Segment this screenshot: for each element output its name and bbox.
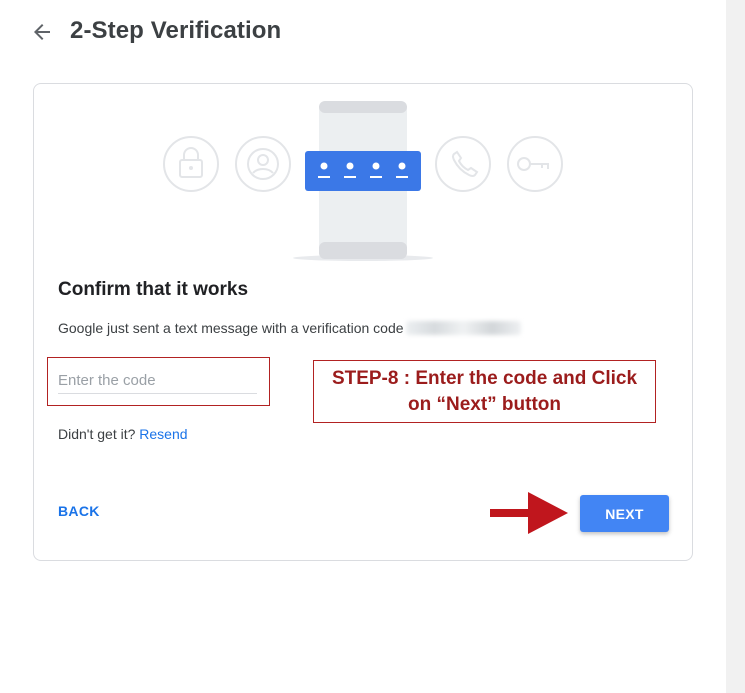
phone-icon <box>435 136 491 192</box>
account-icon <box>235 136 291 192</box>
verification-description: Google just sent a text message with a v… <box>58 320 521 336</box>
lock-icon <box>163 136 219 192</box>
scrollbar-track[interactable] <box>726 0 745 693</box>
page-header: 2-Step Verification <box>0 0 726 64</box>
back-button[interactable]: BACK <box>58 503 100 519</box>
page-title: 2-Step Verification <box>70 17 282 44</box>
red-arrow-icon <box>490 492 568 534</box>
resend-prompt: Didn't get it? <box>58 426 136 442</box>
description-text: Google just sent a text message with a v… <box>58 320 404 336</box>
blurred-phone-number <box>405 321 521 335</box>
verification-card: Confirm that it works Google just sent a… <box>33 83 693 561</box>
next-button[interactable]: NEXT <box>580 495 669 532</box>
phone-illustration <box>163 101 563 261</box>
card-heading: Confirm that it works <box>58 279 249 300</box>
code-input[interactable] <box>58 368 257 394</box>
key-icon <box>507 136 563 192</box>
step-callout: STEP-8 : Enter the code and Click on “Ne… <box>313 360 656 423</box>
callout-line-2: on “Next” button <box>407 393 562 415</box>
resend-row: Didn't get it? Resend <box>58 426 188 442</box>
arrow-back-icon[interactable] <box>30 20 54 44</box>
code-dots-panel <box>305 151 421 191</box>
resend-link[interactable]: Resend <box>139 426 187 442</box>
callout-line-1: STEP-8 : Enter the code and Click <box>331 367 638 389</box>
